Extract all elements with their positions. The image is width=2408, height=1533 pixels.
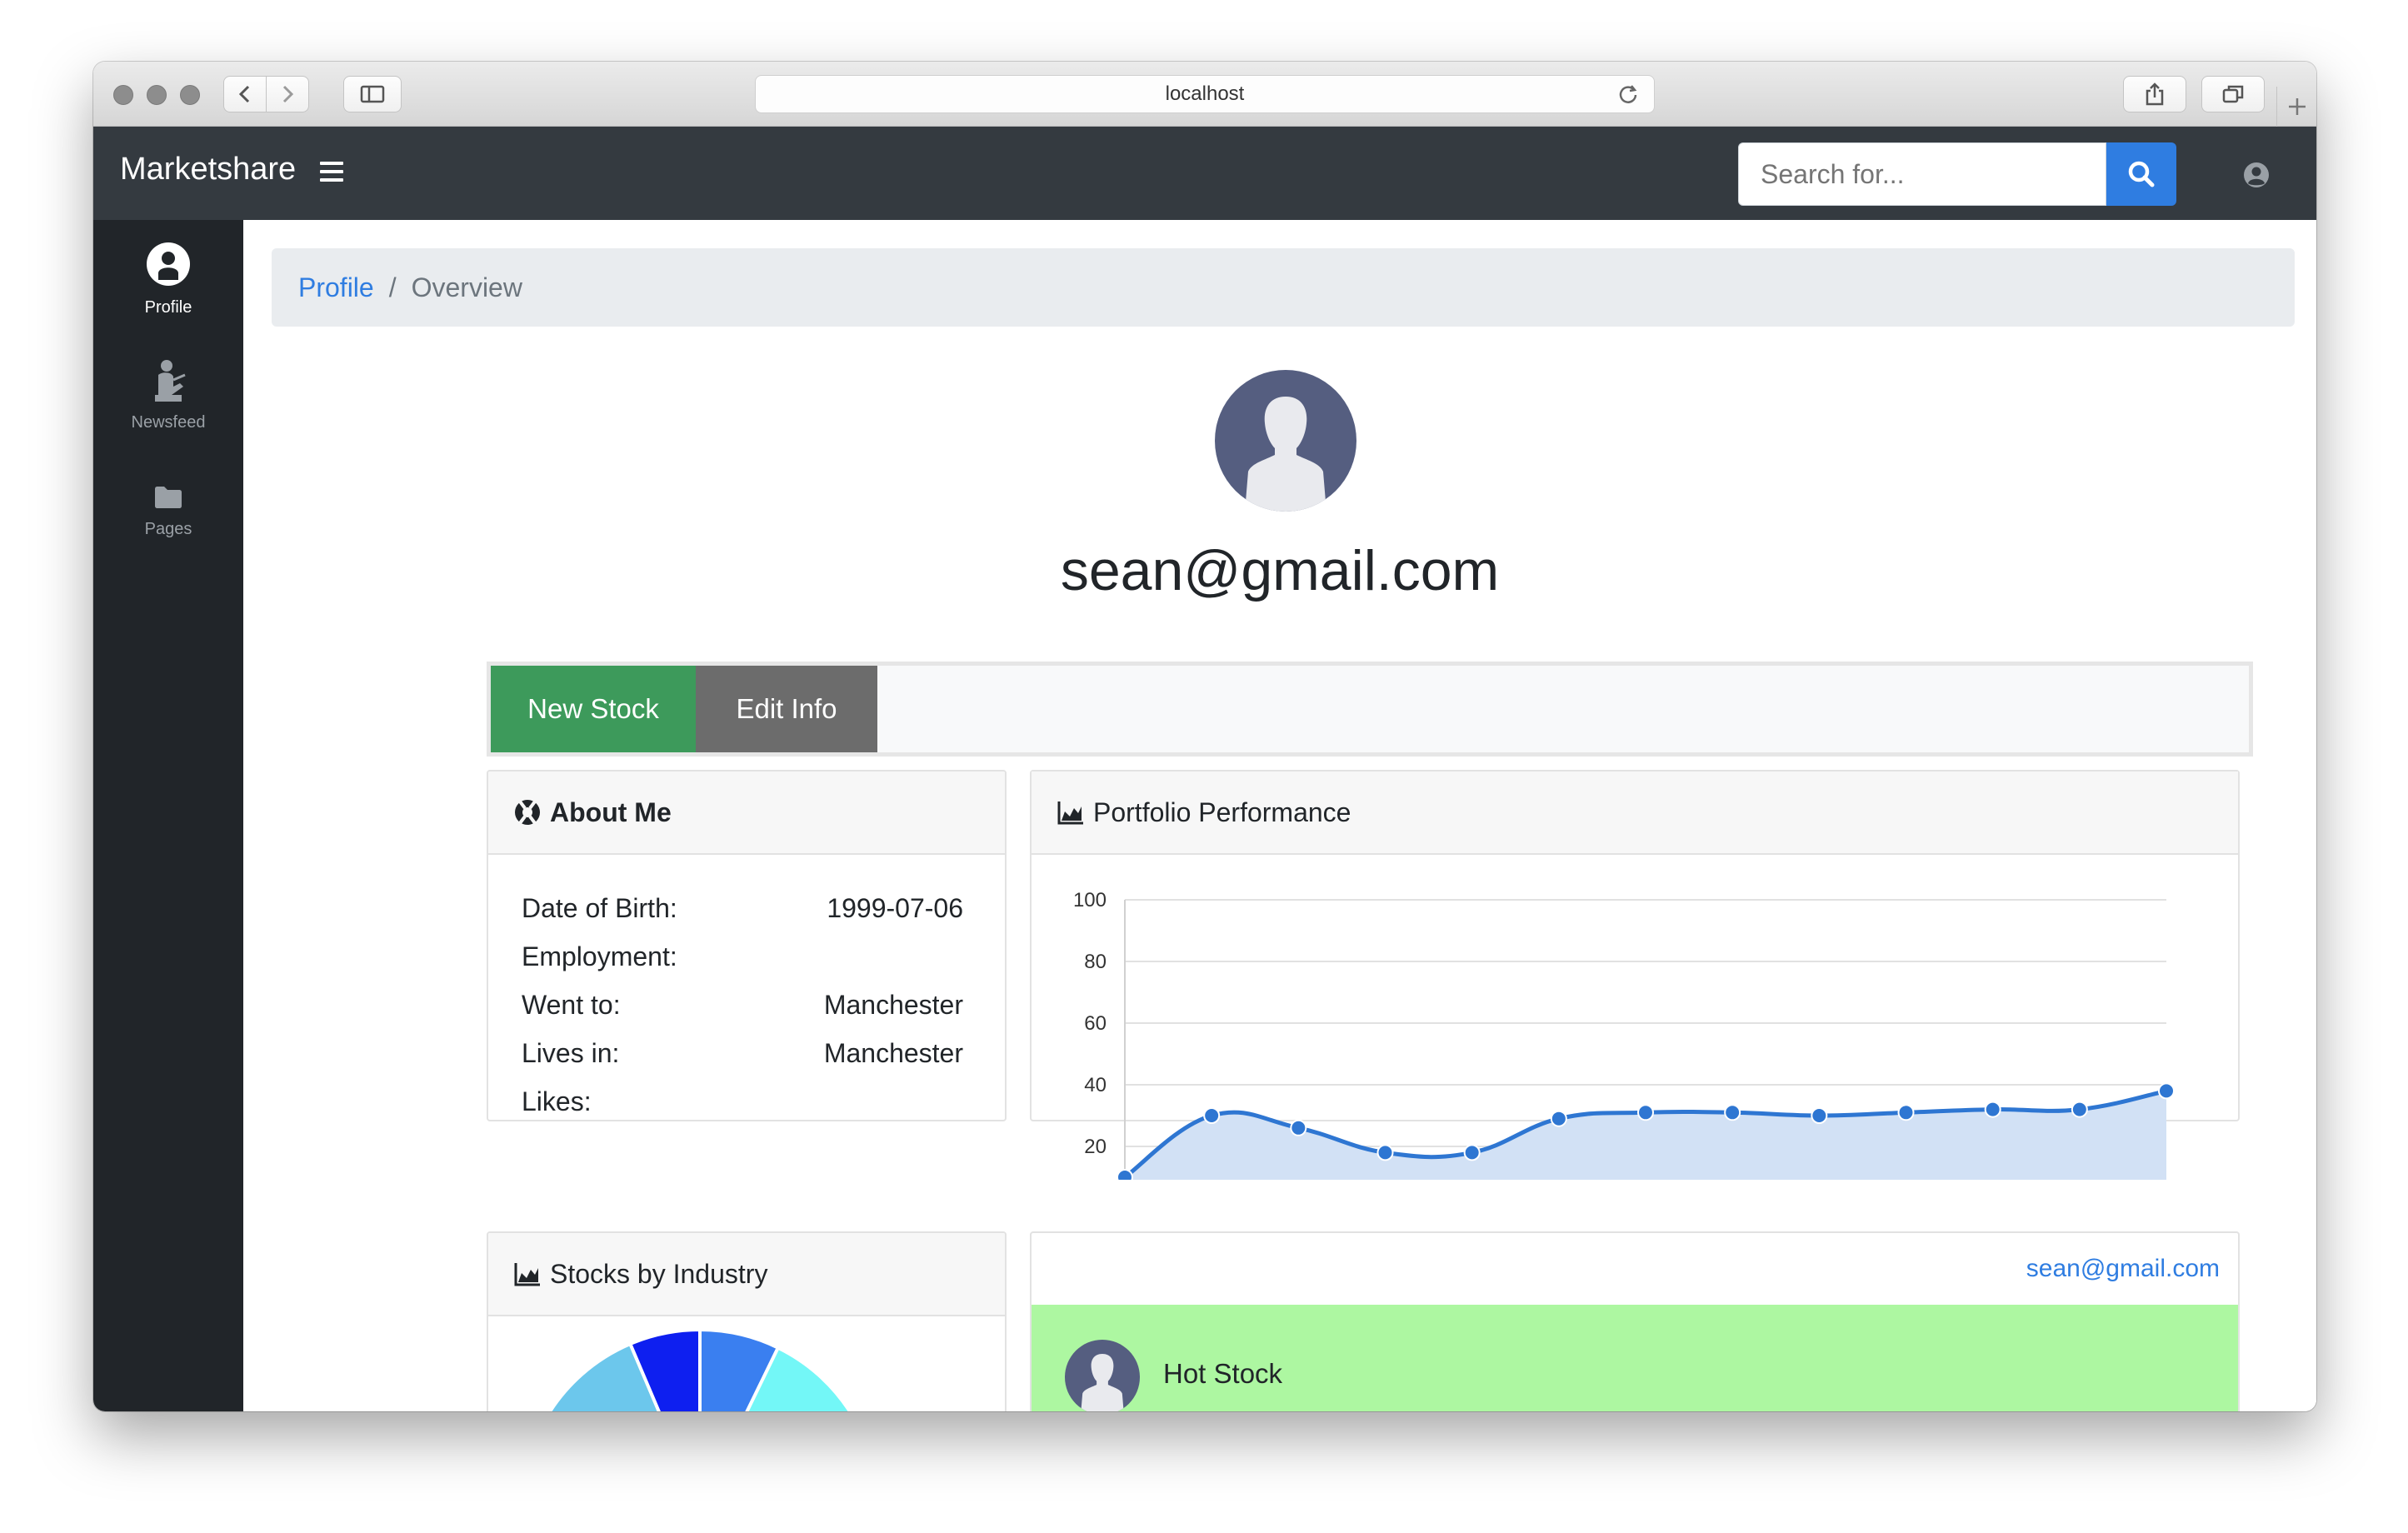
breadcrumb-separator: / — [388, 272, 397, 302]
data-point[interactable] — [1984, 1101, 2001, 1118]
chevron-left-icon — [238, 85, 250, 103]
reading-person-icon — [155, 360, 186, 402]
profile-action-bar: New Stock Edit Info — [487, 662, 2253, 757]
y-tick-label: 40 — [1084, 1074, 1107, 1096]
hot-stock-band: Hot Stock — [1032, 1305, 2238, 1411]
y-tick-label: 100 — [1073, 889, 1107, 911]
about-value: Manchester — [823, 990, 963, 1020]
sidebar-item-label: Newsfeed — [131, 413, 206, 432]
minimize-window-button[interactable] — [147, 85, 167, 105]
feed-email-link[interactable]: sean@gmail.com — [2026, 1255, 2220, 1283]
browser-titlebar: localhost — [93, 62, 2316, 127]
tabs-icon — [2222, 85, 2244, 103]
about-me-card-header: About Me — [488, 771, 1005, 855]
close-window-button[interactable] — [113, 85, 133, 105]
about-key: Went to: — [522, 990, 621, 1020]
sidebar-item-profile[interactable]: Profile — [93, 240, 243, 317]
hot-stock-label: Hot Stock — [1163, 1358, 1283, 1389]
share-icon — [2146, 82, 2164, 106]
data-point[interactable] — [1376, 1144, 1394, 1161]
user-silhouette-icon — [1081, 1353, 1124, 1411]
profile-email-heading: sean@gmail.com — [1060, 539, 1500, 602]
data-point[interactable] — [2158, 1082, 2175, 1100]
industry-pie-chart — [547, 1327, 852, 1411]
sidebar-icon — [360, 85, 385, 103]
menu-toggle-icon[interactable] — [320, 162, 343, 182]
breadcrumb-profile-link[interactable]: Profile — [298, 272, 374, 303]
stocks-by-industry-card: Stocks by Industry — [487, 1231, 1007, 1411]
back-button[interactable] — [223, 76, 267, 112]
data-point[interactable] — [1637, 1104, 1654, 1121]
area-chart-icon — [514, 1263, 540, 1286]
search-icon — [2128, 161, 2155, 187]
brand-logo[interactable]: Marketshare — [120, 152, 296, 187]
about-row-lives-in: Lives in: Manchester — [522, 1038, 963, 1080]
user-circle-icon — [147, 242, 190, 286]
data-point[interactable] — [1290, 1119, 1307, 1136]
about-me-title: About Me — [550, 796, 672, 827]
share-button[interactable] — [2123, 76, 2186, 112]
breadcrumb: Profile / Overview — [272, 248, 2295, 327]
browser-window: localhost Marketshare Profile Newsfeed — [93, 62, 2316, 1411]
url-text: localhost — [1165, 82, 1245, 105]
data-point[interactable] — [1117, 1169, 1133, 1180]
y-tick-label: 60 — [1084, 1012, 1107, 1035]
sidebar-item-newsfeed[interactable]: Newsfeed — [93, 358, 243, 432]
address-bar[interactable]: localhost — [755, 75, 1655, 113]
portfolio-card-header: Portfolio Performance — [1032, 771, 2238, 855]
zoom-window-button[interactable] — [180, 85, 200, 105]
main-content: Profile / Overview sean@gmail.com New St… — [243, 220, 2316, 1411]
sidebar-item-pages[interactable]: Pages — [93, 485, 243, 539]
life-ring-icon — [515, 800, 540, 825]
edit-info-button[interactable]: Edit Info — [696, 666, 877, 752]
top-navbar: Marketshare — [93, 127, 2316, 220]
about-row-dob: Date of Birth: 1999-07-06 — [522, 893, 963, 935]
data-point[interactable] — [1897, 1104, 1915, 1121]
feed-card: sean@gmail.com Hot Stock — [1030, 1231, 2240, 1411]
industry-title: Stocks by Industry — [550, 1258, 768, 1289]
data-point[interactable] — [1203, 1107, 1221, 1124]
hot-stock-avatar — [1065, 1340, 1140, 1411]
about-row-went-to: Went to: Manchester — [522, 990, 963, 1031]
data-point[interactable] — [1811, 1107, 1828, 1124]
about-key: Lives in: — [522, 1038, 620, 1068]
folder-icon — [155, 487, 182, 508]
portfolio-performance-card: Portfolio Performance 020406080100Mar 1M… — [1030, 770, 2240, 1180]
about-key: Employment: — [522, 941, 677, 971]
data-point[interactable] — [1550, 1110, 1567, 1127]
user-silhouette-icon — [1245, 397, 1326, 512]
new-stock-button[interactable]: New Stock — [491, 666, 696, 752]
sidebar: Profile Newsfeed Pages — [93, 220, 243, 1411]
area-chart-icon — [1057, 801, 1083, 825]
sidebar-item-label: Profile — [144, 298, 192, 317]
about-key: Likes: — [522, 1086, 592, 1116]
industry-card-header: Stocks by Industry — [488, 1233, 1005, 1316]
about-row-employment: Employment: — [522, 941, 963, 983]
portfolio-title: Portfolio Performance — [1093, 796, 1351, 827]
data-point[interactable] — [1724, 1104, 1741, 1121]
about-value: Manchester — [823, 1038, 963, 1068]
user-account-icon[interactable] — [2243, 162, 2270, 188]
y-tick-label: 20 — [1084, 1136, 1107, 1158]
about-row-likes: Likes: — [522, 1086, 963, 1120]
reload-icon[interactable] — [1616, 82, 1641, 107]
sidebar-item-label: Pages — [144, 520, 192, 538]
new-tab-button[interactable] — [2276, 87, 2316, 127]
about-me-card: About Me Date of Birth: 1999-07-06 Emplo… — [487, 770, 1007, 1121]
search-input[interactable] — [1738, 142, 2106, 206]
forward-button[interactable] — [266, 76, 309, 112]
tabs-overview-button[interactable] — [2201, 76, 2265, 112]
sidebar-toggle-button[interactable] — [343, 76, 402, 112]
chevron-right-icon — [282, 85, 294, 103]
portfolio-performance-chart: 020406080100Mar 1Mar 2Mar 3Mar 4Mar 5Mar… — [1073, 889, 2175, 1180]
breadcrumb-current: Overview — [411, 272, 522, 302]
plus-icon — [2288, 98, 2306, 115]
profile-avatar — [1215, 370, 1356, 512]
about-value: 1999-07-06 — [827, 893, 963, 923]
about-key: Date of Birth: — [522, 893, 677, 923]
data-point[interactable] — [2071, 1101, 2088, 1118]
y-tick-label: 80 — [1084, 951, 1107, 973]
data-point[interactable] — [1463, 1144, 1481, 1161]
search-button[interactable] — [2106, 142, 2176, 206]
